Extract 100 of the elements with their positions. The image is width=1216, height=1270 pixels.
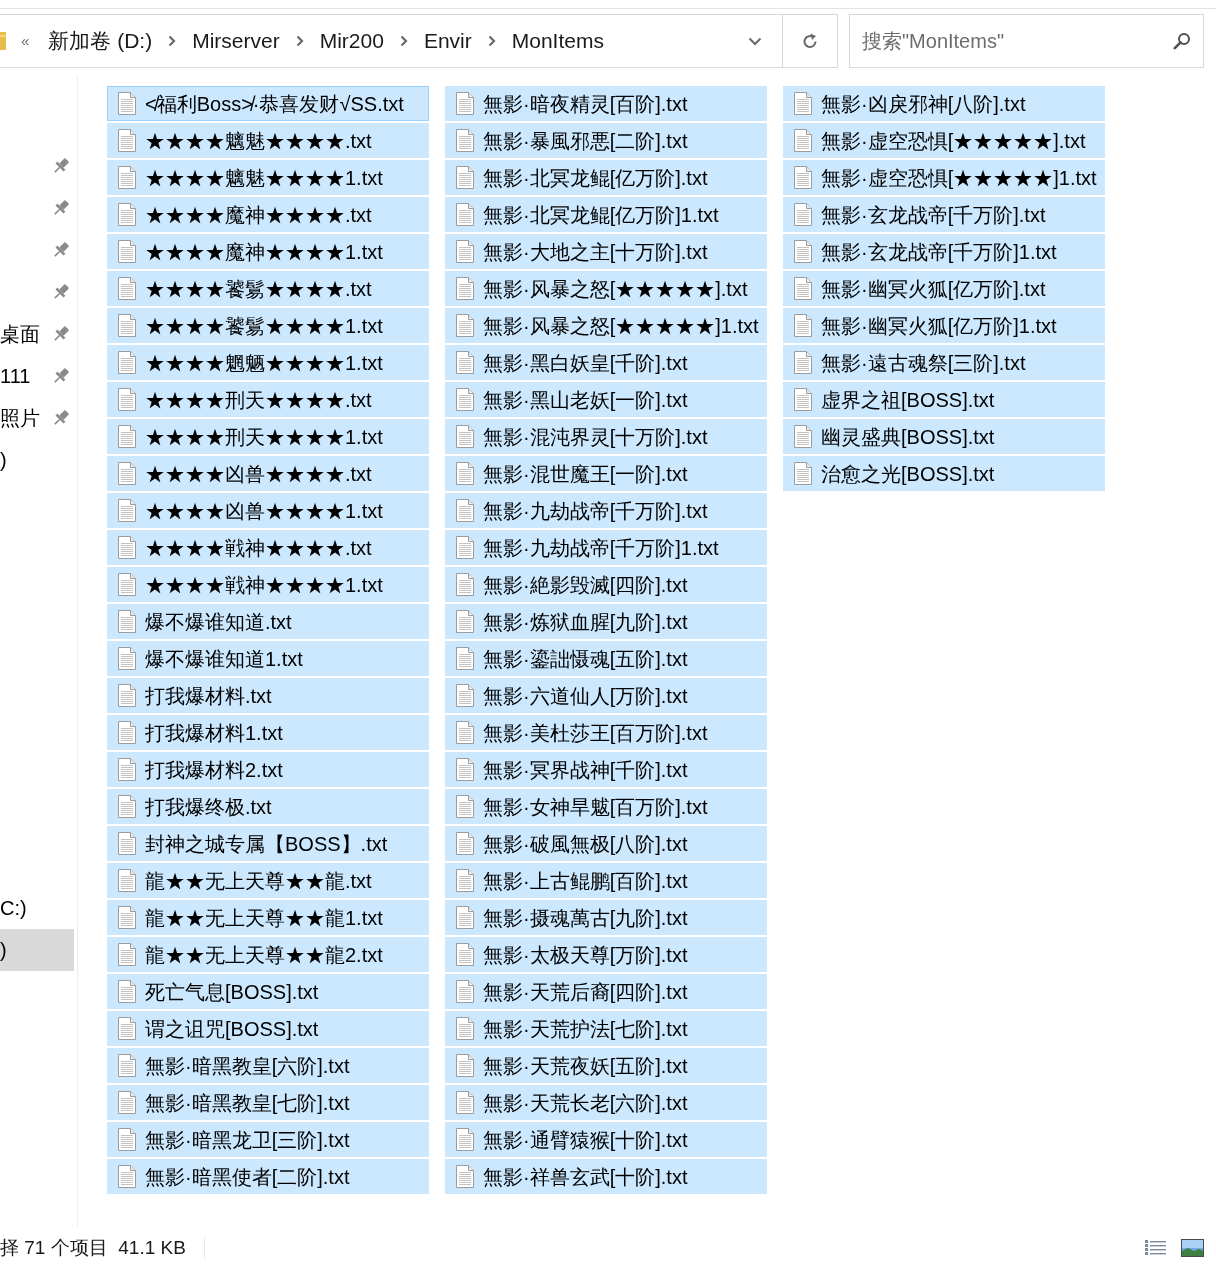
file-item[interactable]: ★★★★刑天★★★★1.txt [107, 419, 429, 454]
chevron-right-icon[interactable] [399, 35, 408, 47]
file-item[interactable]: 幽灵盛典[BOSS].txt [783, 419, 1105, 454]
nav-item[interactable]: 照片 [0, 397, 77, 439]
file-item[interactable]: 無影·北冥龙鲲[亿万阶].txt [445, 160, 767, 195]
file-item[interactable]: ★★★★魔神★★★★1.txt [107, 234, 429, 269]
file-item[interactable]: 無影·玄龙战帝[千万阶].txt [783, 197, 1105, 232]
document-icon [118, 425, 136, 448]
file-item[interactable]: ★★★★戦神★★★★.txt [107, 530, 429, 565]
file-item[interactable]: 打我爆材料.txt [107, 678, 429, 713]
file-item[interactable]: 無影·女神旱魃[百万阶].txt [445, 789, 767, 824]
file-item[interactable]: 無影·幽冥火狐[亿万阶].txt [783, 271, 1105, 306]
file-item[interactable]: 無影·黑山老妖[一阶].txt [445, 382, 767, 417]
file-item[interactable]: 無影·六道仙人[万阶].txt [445, 678, 767, 713]
file-item[interactable]: ★★★★魑魅★★★★.txt [107, 123, 429, 158]
file-item[interactable]: 無影·上古鲲鹏[百阶].txt [445, 863, 767, 898]
document-icon [456, 499, 474, 522]
nav-item[interactable]: ) [0, 439, 77, 481]
file-item[interactable]: 無影·天荒后裔[四阶].txt [445, 974, 767, 1009]
nav-item[interactable]: 桌面 [0, 313, 77, 355]
file-item[interactable]: 無影·暗黑教皇[六阶].txt [107, 1048, 429, 1083]
file-item[interactable]: 無影·九劫战帝[千万阶]1.txt [445, 530, 767, 565]
file-item[interactable]: ★★★★魍魉★★★★1.txt [107, 345, 429, 380]
file-item[interactable]: 爆不爆谁知道.txt [107, 604, 429, 639]
file-item[interactable]: 無影·天荒夜妖[五阶].txt [445, 1048, 767, 1083]
file-item[interactable]: 無影·暴風邪悪[二阶].txt [445, 123, 767, 158]
breadcrumb[interactable]: MonItems [511, 25, 604, 57]
file-item[interactable]: 無影·虚空恐惧[★★★★★]1.txt [783, 160, 1105, 195]
file-item[interactable]: ★★★★饕鬄★★★★1.txt [107, 308, 429, 343]
file-item[interactable]: 治愈之光[BOSS].txt [783, 456, 1105, 491]
file-item[interactable]: 無影·天荒长老[六阶].txt [445, 1085, 767, 1120]
chevron-right-icon[interactable] [295, 35, 304, 47]
chevron-right-icon[interactable] [487, 35, 496, 47]
file-item[interactable]: 谓之诅咒[BOSS].txt [107, 1011, 429, 1046]
search-icon[interactable] [1173, 32, 1191, 50]
file-item[interactable]: 無影·大地之主[十万阶].txt [445, 234, 767, 269]
search-field[interactable]: 搜索"MonItems" [849, 14, 1204, 68]
file-item[interactable]: ★★★★魑魅★★★★1.txt [107, 160, 429, 195]
file-item[interactable]: 無影·通臂猿猴[十阶].txt [445, 1122, 767, 1157]
file-item[interactable]: ★★★★刑天★★★★.txt [107, 382, 429, 417]
history-chevron[interactable]: « [21, 29, 30, 53]
file-item[interactable]: 虚界之祖[BOSS].txt [783, 382, 1105, 417]
file-item[interactable]: 無影·暗黑龙卫[三阶].txt [107, 1122, 429, 1157]
file-item[interactable]: 龍★★无上天尊★★龍1.txt [107, 900, 429, 935]
breadcrumb[interactable]: Mirserver [192, 25, 280, 57]
file-item[interactable]: 無影·玄龙战帝[千万阶]1.txt [783, 234, 1105, 269]
file-item[interactable]: 無影·美杜莎王[百万阶].txt [445, 715, 767, 750]
refresh-icon[interactable] [801, 32, 819, 50]
file-item[interactable]: 無影·炼狱血腥[九阶].txt [445, 604, 767, 639]
file-item[interactable]: 無影·冥界战神[千阶].txt [445, 752, 767, 787]
list-view-icon[interactable] [1144, 1239, 1167, 1257]
file-item[interactable]: 打我爆材料2.txt [107, 752, 429, 787]
address-bar[interactable]: « 新加卷 (D:) Mirserver Mir200 Envir MonItems [0, 14, 838, 68]
chevron-down-icon[interactable] [748, 36, 762, 46]
file-item[interactable]: 無影·黑白妖皇[千阶].txt [445, 345, 767, 380]
file-item[interactable]: ★★★★饕鬄★★★★.txt [107, 271, 429, 306]
file-item[interactable]: 爆不爆谁知道1.txt [107, 641, 429, 676]
file-item[interactable]: 無影·虚空恐惧[★★★★★].txt [783, 123, 1105, 158]
breadcrumb[interactable]: Mir200 [319, 25, 384, 57]
file-item[interactable]: 無影·摄魂萬古[九阶].txt [445, 900, 767, 935]
breadcrumb[interactable]: Envir [423, 25, 472, 57]
file-item[interactable]: ★★★★凶兽★★★★1.txt [107, 493, 429, 528]
file-item[interactable]: 龍★★无上天尊★★龍.txt [107, 863, 429, 898]
file-item[interactable]: 死亡气息[BOSS].txt [107, 974, 429, 1009]
nav-item[interactable]: 111 [0, 355, 77, 397]
file-item[interactable]: 無影·遠古魂祭[三阶].txt [783, 345, 1105, 380]
file-item[interactable]: 打我爆材料1.txt [107, 715, 429, 750]
file-item[interactable]: ★★★★戦神★★★★1.txt [107, 567, 429, 602]
file-item[interactable]: ★★★★凶兽★★★★.txt [107, 456, 429, 491]
file-item[interactable]: 無影·暗黑教皇[七阶].txt [107, 1085, 429, 1120]
file-item[interactable]: 無影·暗黑使者[二阶].txt [107, 1159, 429, 1194]
file-item[interactable]: 無影·混沌界灵[十万阶].txt [445, 419, 767, 454]
document-icon [118, 869, 136, 892]
document-icon [118, 573, 136, 596]
file-item[interactable]: 無影·鎏詘慑魂[五阶].txt [445, 641, 767, 676]
document-icon [456, 758, 474, 781]
file-item[interactable]: ≮福利Boss≯·恭喜发财√SS.txt [107, 86, 429, 121]
landscape-view-icon[interactable] [1181, 1239, 1204, 1257]
file-item[interactable]: 無影·风暴之怒[★★★★★]1.txt [445, 308, 767, 343]
file-item[interactable]: 封神之城专属【BOSS】.txt [107, 826, 429, 861]
file-item[interactable]: 無影·幽冥火狐[亿万阶]1.txt [783, 308, 1105, 343]
file-item[interactable]: 無影·破風無极[八阶].txt [445, 826, 767, 861]
chevron-right-icon[interactable] [168, 35, 177, 47]
nav-item[interactable]: ) [0, 929, 74, 971]
file-item[interactable]: 無影·祥兽玄武[十阶].txt [445, 1159, 767, 1194]
file-item[interactable]: 無影·凶戾邪神[八阶].txt [783, 86, 1105, 121]
nav-item[interactable]: C:) [0, 887, 77, 929]
file-item[interactable]: 龍★★无上天尊★★龍2.txt [107, 937, 429, 972]
file-item[interactable]: 打我爆终极.txt [107, 789, 429, 824]
file-item[interactable]: 無影·太极天尊[万阶].txt [445, 937, 767, 972]
file-item[interactable]: 無影·天荒护法[七阶].txt [445, 1011, 767, 1046]
file-item[interactable]: 無影·九劫战帝[千万阶].txt [445, 493, 767, 528]
file-item[interactable]: 無影·絶影毁滅[四阶].txt [445, 567, 767, 602]
folder-icon [0, 32, 6, 50]
file-item[interactable]: 無影·暗夜精灵[百阶].txt [445, 86, 767, 121]
breadcrumb[interactable]: 新加卷 (D:) [48, 25, 153, 57]
file-item[interactable]: 無影·北冥龙鲲[亿万阶]1.txt [445, 197, 767, 232]
file-item[interactable]: 無影·风暴之怒[★★★★★].txt [445, 271, 767, 306]
file-item[interactable]: 無影·混世魔王[一阶].txt [445, 456, 767, 491]
file-item[interactable]: ★★★★魔神★★★★.txt [107, 197, 429, 232]
